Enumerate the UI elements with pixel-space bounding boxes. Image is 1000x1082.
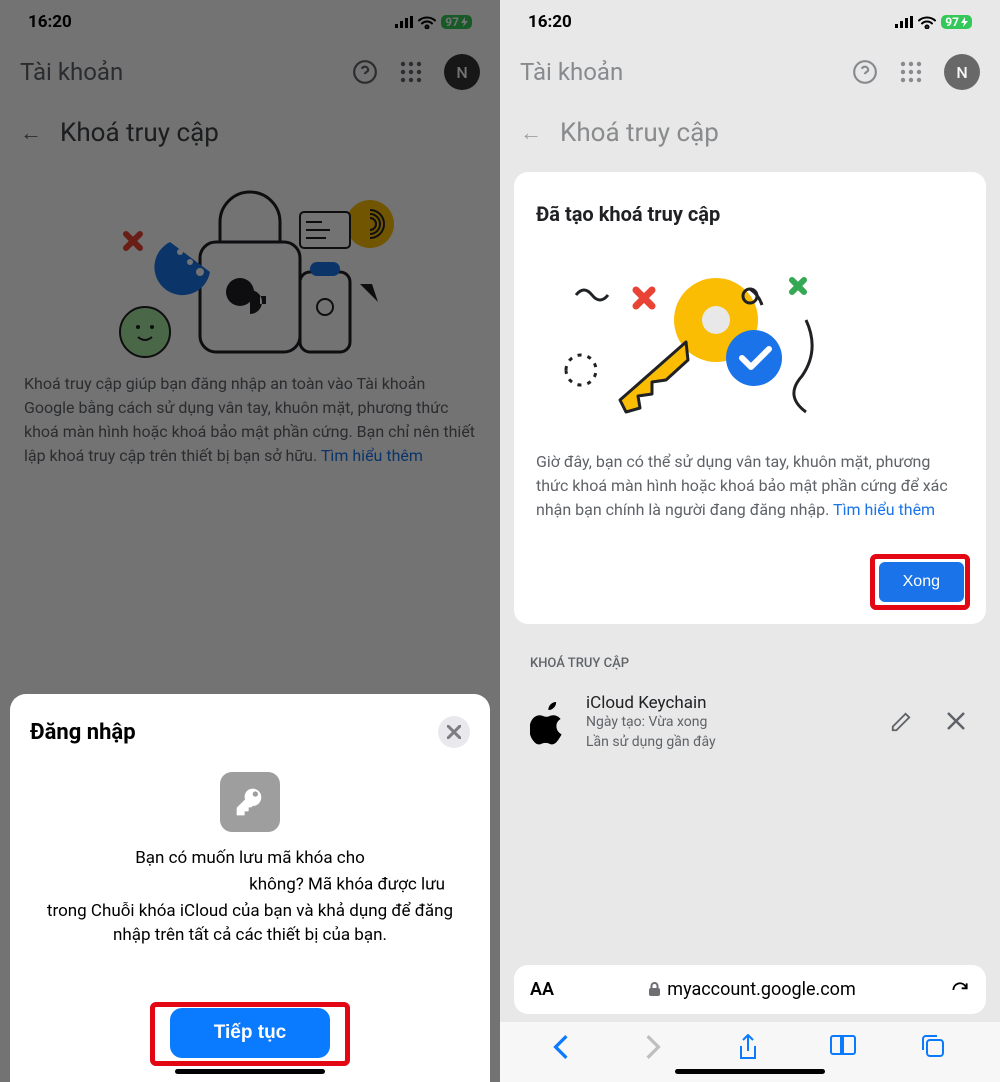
battery-badge: 97: [941, 15, 972, 29]
home-indicator: [175, 1069, 325, 1074]
keychain-last-used: Lần sử dụng gần đây: [586, 733, 872, 753]
lock-icon: [648, 982, 661, 997]
nav-back-icon[interactable]: [553, 1034, 579, 1060]
edit-icon[interactable]: [890, 711, 914, 735]
avatar[interactable]: N: [944, 54, 980, 90]
key-icon: [220, 772, 280, 832]
status-indicators: 97: [895, 15, 972, 29]
learn-more-link[interactable]: Tìm hiểu thêm: [833, 500, 935, 519]
reload-icon[interactable]: [950, 980, 970, 1000]
text-size-icon[interactable]: AA: [530, 979, 554, 1000]
card-title: Đã tạo khoá truy cập: [536, 202, 964, 226]
done-button[interactable]: Xong: [879, 562, 964, 602]
signin-sheet: Đăng nhập Bạn có muốn lưu mã khóa cho kh…: [10, 694, 490, 1082]
section-label: KHOÁ TRUY CẬP: [500, 624, 1000, 685]
url-bar[interactable]: AA myaccount.google.com: [514, 965, 986, 1014]
cellular-icon: [895, 16, 913, 28]
delete-icon[interactable]: [946, 711, 970, 735]
nav-forward-icon: [645, 1034, 671, 1060]
continue-button[interactable]: Tiếp tục: [170, 1008, 331, 1058]
bookmarks-icon[interactable]: [829, 1034, 855, 1060]
tabs-icon[interactable]: [921, 1034, 947, 1060]
back-arrow-icon[interactable]: ←: [520, 120, 542, 146]
close-icon[interactable]: [438, 716, 470, 748]
sheet-body: Bạn có muốn lưu mã khóa cho không? Mã kh…: [30, 846, 470, 948]
keychain-row: iCloud Keychain Ngày tạo: Vừa xong Lần s…: [500, 685, 1000, 760]
help-icon[interactable]: [852, 59, 878, 85]
home-indicator: [675, 1069, 825, 1074]
redacted-field: [55, 871, 245, 899]
keychain-name: iCloud Keychain: [586, 693, 872, 713]
success-illustration: [536, 250, 964, 420]
app-header: Tài khoản N: [500, 40, 1000, 104]
wifi-icon: [918, 16, 936, 29]
apps-grid-icon[interactable]: [898, 59, 924, 85]
apple-icon: [530, 702, 568, 744]
url-text: myaccount.google.com: [667, 979, 855, 1000]
page-title: Khoá truy cập: [560, 118, 719, 148]
success-card: Đã tạo khoá truy cập: [514, 172, 986, 624]
account-label: Tài khoản: [520, 58, 623, 86]
share-icon[interactable]: [737, 1034, 763, 1060]
keychain-created: Ngày tạo: Vừa xong: [586, 713, 872, 733]
sheet-title: Đăng nhập: [30, 720, 136, 745]
card-description: Giờ đây, bạn có thể sử dụng vân tay, khu…: [536, 450, 964, 522]
status-bar: 16:20 97: [500, 0, 1000, 40]
status-time: 16:20: [528, 12, 572, 32]
